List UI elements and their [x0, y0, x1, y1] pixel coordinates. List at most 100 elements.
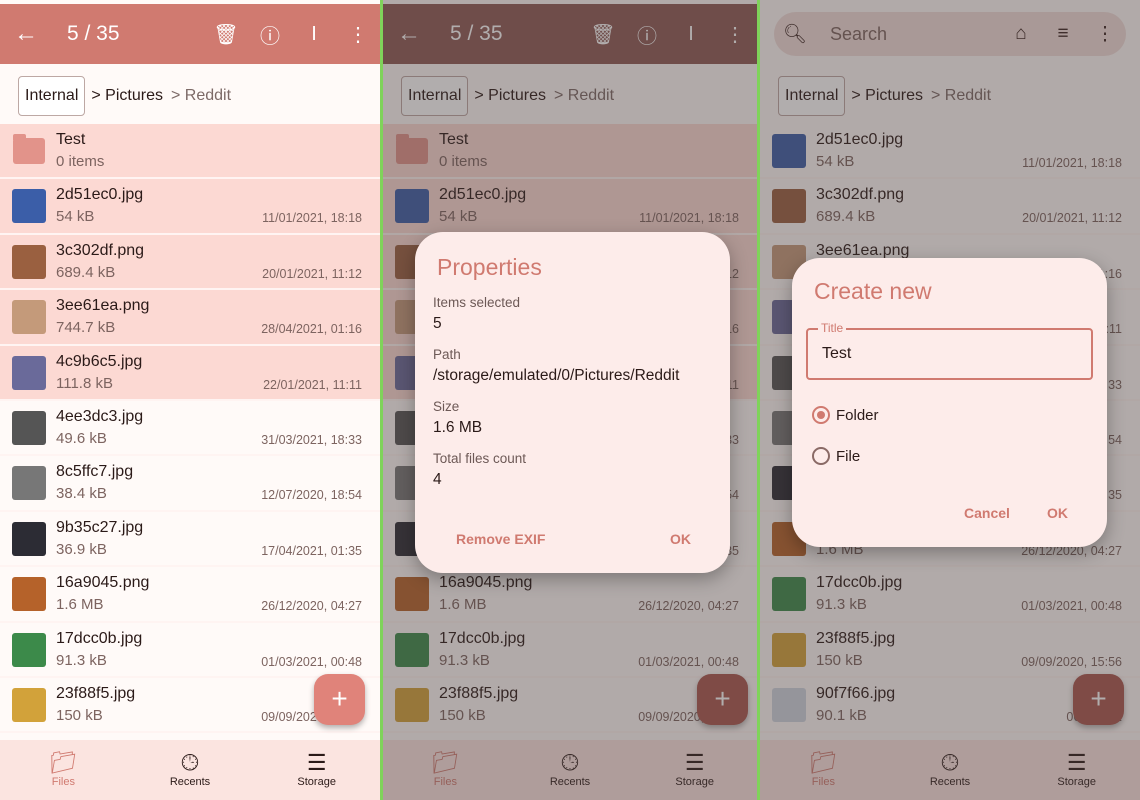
count-value: 4 — [433, 471, 442, 488]
size-value: 1.6 MB — [433, 419, 483, 436]
thumbnail-image — [12, 244, 46, 279]
bottom-nav: 📁︎ Files 🕒︎ Recents ☰ Storage — [0, 740, 380, 800]
file-size: 49.6 kB — [56, 429, 107, 447]
file-name: 4c9b6c5.jpg — [56, 352, 143, 370]
rename-icon[interactable]: I — [292, 23, 336, 46]
file-name: 2d51ec0.jpg — [56, 186, 144, 204]
file-name: 17dcc0b.jpg — [56, 629, 143, 647]
radio-checked-icon[interactable] — [812, 406, 830, 424]
delete-icon[interactable]: 🗑︎ — [204, 22, 248, 47]
file-name: Test — [56, 131, 86, 148]
dialog-title: Properties — [437, 254, 542, 280]
file-size: 91.3 kB — [56, 651, 107, 669]
nav-label: Recents — [169, 776, 211, 788]
file-date: 28/04/2021, 01:16 — [261, 322, 362, 337]
add-fab-button[interactable]: + — [314, 674, 365, 725]
file-row[interactable]: 16a9045.png 1.6 MB 26/12/2020, 04:27 — [0, 567, 380, 623]
nav-storage[interactable]: ☰ Storage — [253, 740, 380, 800]
file-name: 23f88f5.jpg — [56, 684, 136, 702]
radio-folder[interactable]: Folder — [812, 406, 879, 424]
file-date: 26/12/2020, 04:27 — [261, 599, 362, 614]
breadcrumb-pictures[interactable]: > Pictures — [91, 87, 163, 105]
breadcrumb: Internal > Pictures > Reddit — [18, 76, 231, 116]
storage-icon: ☰ — [306, 750, 327, 775]
file-row[interactable]: 4ee3dc3.jpg 49.6 kB 31/03/2021, 18:33 — [0, 401, 380, 457]
file-name: 3ee61ea.png — [56, 297, 150, 315]
items-value: 5 — [433, 315, 442, 332]
file-name: 8c5ffc7.jpg — [56, 463, 134, 481]
file-size: 150 kB — [56, 706, 103, 724]
thumbnail-image — [12, 521, 46, 556]
thumbnail-image — [12, 466, 46, 501]
file-date: 20/01/2021, 11:12 — [262, 266, 362, 281]
thumbnail-image — [12, 632, 46, 667]
info-icon[interactable]: ⓘ — [248, 20, 292, 49]
remove-exif-button[interactable]: Remove EXIF — [456, 531, 545, 547]
size-label: Size — [433, 399, 460, 414]
thumbnail-image — [12, 410, 46, 445]
selection-count: 5 / 35 — [67, 22, 120, 45]
nav-recents[interactable]: 🕒︎ Recents — [127, 740, 254, 800]
title-value: Test — [822, 345, 852, 362]
file-name: 3c302df.png — [56, 241, 145, 259]
thumbnail-image — [12, 355, 46, 390]
path-label: Path — [433, 347, 461, 362]
file-date: 01/03/2021, 00:48 — [261, 654, 362, 669]
file-row[interactable]: 8c5ffc7.jpg 38.4 kB 12/07/2020, 18:54 — [0, 456, 380, 512]
file-date: 17/04/2021, 01:35 — [261, 543, 362, 558]
file-list: Test 0 items 2d51ec0.jpg 54 kB 11/01/2021, 1… — [0, 124, 380, 734]
radio-label: File — [836, 447, 861, 465]
ok-button[interactable]: OK — [1047, 505, 1068, 521]
thumbnail-image — [12, 300, 46, 335]
file-row[interactable]: 17dcc0b.jpg 91.3 kB 01/03/2021, 00:48 — [0, 623, 380, 678]
breadcrumb-internal[interactable]: Internal — [18, 76, 86, 116]
folder-icon — [13, 134, 45, 164]
title-label: Title — [818, 321, 847, 335]
file-name: 16a9045.png — [56, 574, 150, 592]
file-date: 31/03/2021, 18:33 — [261, 432, 362, 447]
dialog-title: Create new — [814, 278, 932, 304]
path-value: /storage/emulated/0/Pictures/Reddit — [433, 367, 680, 384]
file-row[interactable]: 9b35c27.jpg 36.9 kB 17/04/2021, 01:35 — [0, 512, 380, 568]
selection-toolbar: ← 5 / 35 🗑︎ ⓘ I ⋮ — [0, 4, 380, 64]
file-size: 38.4 kB — [56, 485, 107, 503]
radio-file[interactable]: File — [812, 447, 860, 465]
file-row[interactable]: 4c9b6c5.jpg 111.8 kB 22/01/2021, 11:11 — [0, 345, 380, 401]
file-date: 12/07/2020, 18:54 — [261, 488, 362, 503]
file-name: 4ee3dc3.jpg — [56, 407, 144, 425]
thumbnail-image — [12, 577, 46, 612]
cancel-button[interactable]: Cancel — [964, 505, 1010, 521]
title-input[interactable]: Title Test — [806, 321, 1093, 380]
file-size: 36.9 kB — [56, 540, 107, 558]
screen-properties: ← 5 / 35 🗑︎ ⓘ I ⋮ Internal > Pictures > Reddit Te… — [383, 0, 757, 800]
file-name: 9b35c27.jpg — [56, 518, 144, 536]
file-row[interactable]: 3ee61ea.png 744.7 kB 28/04/2021, 01:16 — [0, 290, 380, 346]
radio-unchecked-icon[interactable] — [812, 447, 830, 465]
create-new-dialog: Create new Title Test Folder File Cancel … — [792, 258, 1107, 547]
file-date: 22/01/2021, 11:11 — [263, 377, 362, 392]
thumbnail-image — [12, 189, 46, 224]
file-row[interactable]: 3c302df.png 689.4 kB 20/01/2021, 11:12 — [0, 234, 380, 291]
nav-files[interactable]: 📁︎ Files — [0, 740, 127, 800]
items-label: Items selected — [433, 295, 521, 310]
screen-create-new: 🔍︎ Search ⌂ ≡ ⋮ Internal > Pictures > Reddit 2d5… — [760, 0, 1140, 800]
properties-dialog: Properties Items selected 5 Path/storage/… — [415, 232, 730, 573]
file-size: 1.6 MB — [56, 596, 104, 614]
ok-button[interactable]: OK — [670, 531, 691, 547]
file-size: 54 kB — [56, 208, 95, 226]
nav-label: Storage — [297, 776, 336, 788]
breadcrumb-reddit[interactable]: > Reddit — [171, 87, 231, 105]
count-label: Total files count — [433, 451, 527, 466]
file-row[interactable]: 2d51ec0.jpg 54 kB 11/01/2021, 18:18 — [0, 179, 380, 235]
thumbnail-image — [12, 687, 46, 722]
back-arrow-icon[interactable]: ← — [0, 20, 52, 48]
folder-icon: 📁︎ — [49, 750, 78, 775]
nav-label: Files — [51, 776, 75, 788]
file-date: 11/01/2021, 18:18 — [262, 211, 362, 226]
clock-icon: 🕒︎ — [181, 750, 199, 775]
file-size: 744.7 kB — [56, 319, 116, 337]
folder-row[interactable]: Test 0 items — [0, 124, 380, 180]
folder-info: 0 items — [56, 153, 105, 170]
screen-selection: ← 5 / 35 🗑︎ ⓘ I ⋮ Internal > Pictures > Reddit Te… — [0, 0, 380, 800]
more-icon[interactable]: ⋮ — [336, 22, 380, 47]
